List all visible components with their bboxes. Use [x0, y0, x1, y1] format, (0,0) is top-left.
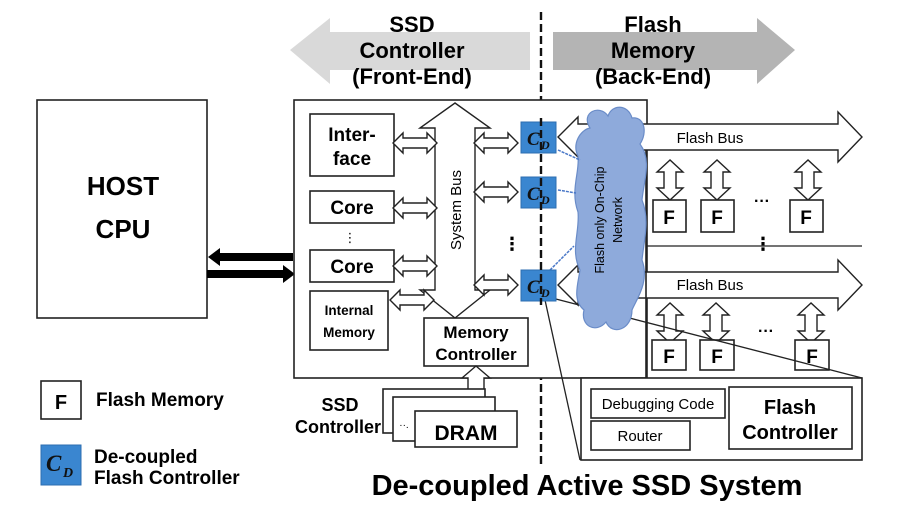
internal-memory-label-line2: Memory: [323, 325, 375, 340]
flash-chip-arrow: [656, 159, 684, 201]
legend-cd-icon-label: C: [46, 451, 62, 476]
flash-chip-arrow: [702, 302, 730, 344]
legend-flash-label: Flash Memory: [96, 390, 224, 411]
flash-chip-arrow: [797, 302, 825, 344]
decoupled-flash-controller-3: C D: [520, 269, 557, 302]
front-end-label-line1: SSD: [389, 12, 434, 37]
flash-bus-2-label: Flash Bus: [677, 277, 744, 294]
host-cpu-box: [36, 99, 208, 319]
interface-label-line1: Inter-: [328, 125, 376, 146]
ssd-controller-side-label-line2: Controller: [295, 417, 381, 437]
decoupled-flash-controller-2: C D: [520, 176, 557, 209]
host-to-ssd-link: [207, 248, 295, 283]
interface-label-line2: face: [333, 149, 371, 170]
arrow-left-icon: [208, 248, 293, 266]
router-label: Router: [617, 428, 662, 445]
flash-chip-label: F: [663, 208, 675, 229]
cd-label: C: [527, 129, 540, 150]
flash-chip-label: F: [711, 347, 723, 368]
back-end-label-line1: Flash: [624, 12, 681, 37]
flash-chip-arrow: [703, 159, 731, 201]
flash-chip-arrow: [794, 159, 822, 201]
flash-v-ellipsis: ⋮: [754, 234, 772, 254]
host-cpu-label-line1: HOST: [87, 171, 159, 201]
legend-cd-icon-sub: D: [62, 466, 73, 481]
flash-bus-1-label: Flash Bus: [677, 130, 744, 147]
legend: F Flash Memory C D De-coupled Flash Cont…: [40, 380, 240, 489]
network-label-line2: Network: [611, 196, 625, 243]
system-bus-label: System Bus: [448, 170, 465, 250]
flash-h-ellipsis: ···: [754, 193, 770, 210]
legend-flash-icon-label: F: [55, 392, 67, 414]
ssd-controller-side-label-line1: SSD: [321, 395, 358, 415]
back-end-label-line2: Memory: [611, 38, 696, 63]
core-label-1: Core: [330, 198, 373, 219]
flash-controller-label-line2: Controller: [742, 422, 838, 444]
dram-dots: ··.: [399, 420, 408, 431]
flash-h-ellipsis: ···: [758, 323, 774, 340]
flash-controller-label-line1: Flash: [764, 397, 816, 419]
flash-chip-label: F: [800, 208, 812, 229]
dram-label: DRAM: [435, 422, 498, 445]
cd-label: C: [527, 184, 540, 205]
arrow-right-icon: [207, 265, 295, 283]
decoupled-flash-controller-1: C D: [520, 121, 557, 154]
legend-cd-label-line1: De-coupled: [94, 447, 197, 468]
memory-controller-label-line2: Controller: [435, 345, 517, 364]
front-end-label-line2: Controller: [359, 38, 465, 63]
internal-memory-box: [309, 290, 389, 351]
network-label-line1: Flash only On-Chip: [593, 166, 607, 273]
core-label-2: Core: [330, 257, 373, 278]
flash-chip-label: F: [711, 208, 723, 229]
flash-chip-arrow: [656, 302, 684, 344]
diagram-canvas: SSD Controller (Front-End) Flash Memory …: [36, 12, 863, 502]
flash-chip-label: F: [663, 347, 675, 368]
legend-cd-label-line2: Flash Controller: [94, 468, 240, 489]
back-end-label-line3: (Back-End): [595, 64, 711, 89]
internal-memory-label-line1: Internal: [325, 303, 374, 318]
cd-ellipsis: ⋮: [503, 234, 521, 254]
front-end-label-line3: (Front-End): [352, 64, 472, 89]
figure-title: De-coupled Active SSD System: [372, 470, 803, 502]
core-ellipsis: ⋮: [344, 230, 357, 245]
host-cpu-label-line2: CPU: [96, 214, 151, 244]
cd-label: C: [527, 277, 540, 298]
memory-controller-label-line1: Memory: [443, 323, 509, 342]
debugging-code-label: Debugging Code: [602, 396, 715, 413]
